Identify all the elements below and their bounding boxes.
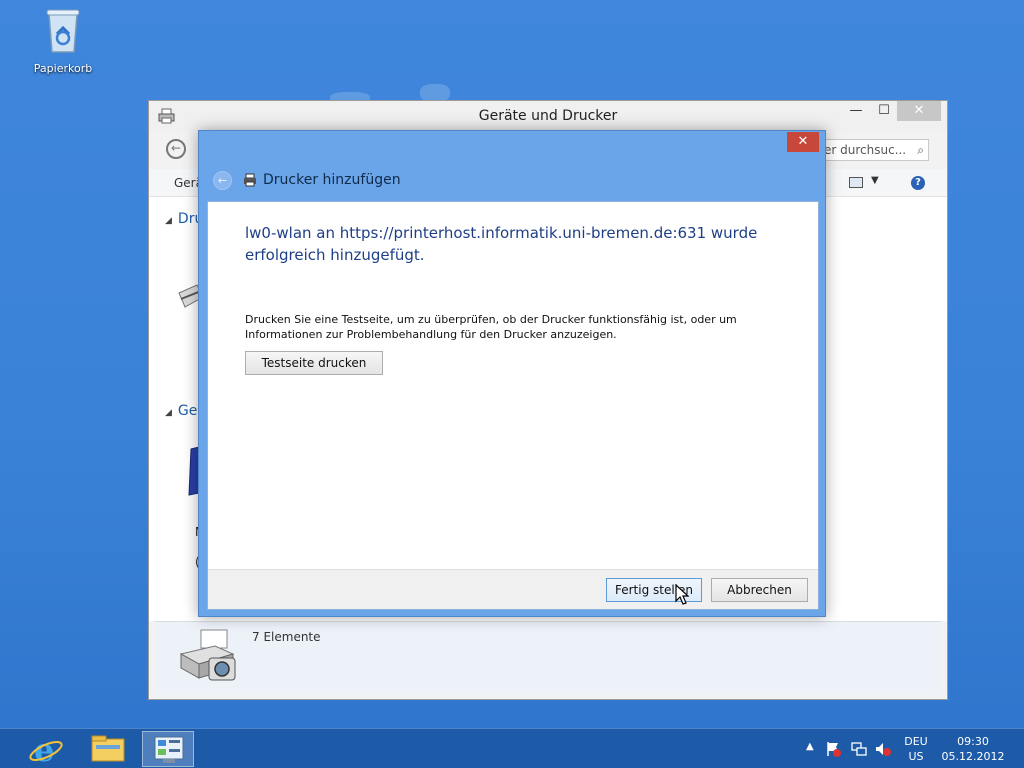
details-pane: 7 Elemente bbox=[155, 621, 941, 695]
print-test-page-button[interactable]: Testseite drucken bbox=[245, 351, 383, 375]
clock[interactable]: 09:30 05.12.2012 bbox=[936, 734, 1010, 764]
network-icon[interactable] bbox=[851, 741, 867, 757]
clock-date: 05.12.2012 bbox=[941, 750, 1005, 763]
back-arrow-icon[interactable]: ← bbox=[166, 139, 186, 159]
search-icon: ⌕ bbox=[917, 143, 924, 157]
file-explorer-icon bbox=[91, 735, 125, 762]
recycle-bin-icon bbox=[46, 9, 80, 53]
taskbar-internet-explorer[interactable]: e bbox=[20, 731, 72, 768]
desktop-icon-recycle-bin[interactable]: Papierkorb bbox=[30, 6, 96, 75]
minimize-button[interactable]: — bbox=[841, 101, 871, 121]
search-placeholder: er durchsuc... bbox=[824, 143, 907, 157]
keyboard-layout: US bbox=[908, 750, 924, 763]
printer-icon bbox=[244, 173, 256, 187]
taskbar: e ▲ DEU US 09:30 05.12.2012 bbox=[0, 728, 1024, 768]
input-language[interactable]: DEU US bbox=[898, 734, 934, 764]
printer-camera-icon bbox=[179, 629, 236, 681]
item-count: 7 Elemente bbox=[252, 630, 321, 644]
help-icon[interactable]: ? bbox=[911, 176, 925, 190]
explorer-titlebar[interactable]: Geräte und Drucker — ☐ ✕ bbox=[149, 101, 947, 131]
add-printer-dialog: ✕ ← Drucker hinzufügen lw0-wlan an https… bbox=[198, 130, 826, 617]
chevron-down-icon[interactable]: ▼ bbox=[871, 175, 879, 186]
clock-time: 09:30 bbox=[957, 735, 989, 748]
dialog-footer: Fertig stellen Abbrechen bbox=[208, 569, 818, 609]
taskbar-file-explorer[interactable] bbox=[82, 731, 134, 767]
volume-muted-icon[interactable] bbox=[875, 741, 891, 757]
success-message: lw0-wlan an https://printerhost.informat… bbox=[245, 224, 758, 264]
action-center-flag-icon[interactable] bbox=[825, 741, 841, 757]
language-code: DEU bbox=[904, 735, 928, 748]
expand-icon: ◢ bbox=[165, 216, 172, 226]
control-panel-icon bbox=[154, 736, 184, 763]
expand-icon: ◢ bbox=[165, 408, 172, 418]
maximize-button[interactable]: ☐ bbox=[869, 101, 899, 121]
dialog-close-button[interactable]: ✕ bbox=[787, 132, 819, 152]
explorer-title: Geräte und Drucker bbox=[478, 108, 618, 124]
search-input[interactable]: er durchsuc... ⌕ bbox=[819, 139, 929, 161]
internet-explorer-icon: e bbox=[29, 731, 63, 768]
cancel-button[interactable]: Abbrechen bbox=[711, 578, 808, 602]
taskbar-control-panel[interactable] bbox=[142, 731, 194, 767]
close-button[interactable]: ✕ bbox=[897, 101, 941, 121]
test-page-info: Drucken Sie eine Testseite, um zu überpr… bbox=[245, 313, 737, 341]
desktop-icon-label: Papierkorb bbox=[33, 62, 93, 75]
dialog-title: Drucker hinzufügen bbox=[263, 172, 401, 188]
dialog-body: lw0-wlan an https://printerhost.informat… bbox=[207, 201, 819, 610]
show-hidden-icons-icon[interactable]: ▲ bbox=[806, 741, 814, 752]
back-arrow-icon[interactable]: ← bbox=[213, 171, 232, 190]
view-options-icon[interactable] bbox=[849, 177, 863, 188]
mouse-cursor-icon bbox=[675, 584, 690, 605]
